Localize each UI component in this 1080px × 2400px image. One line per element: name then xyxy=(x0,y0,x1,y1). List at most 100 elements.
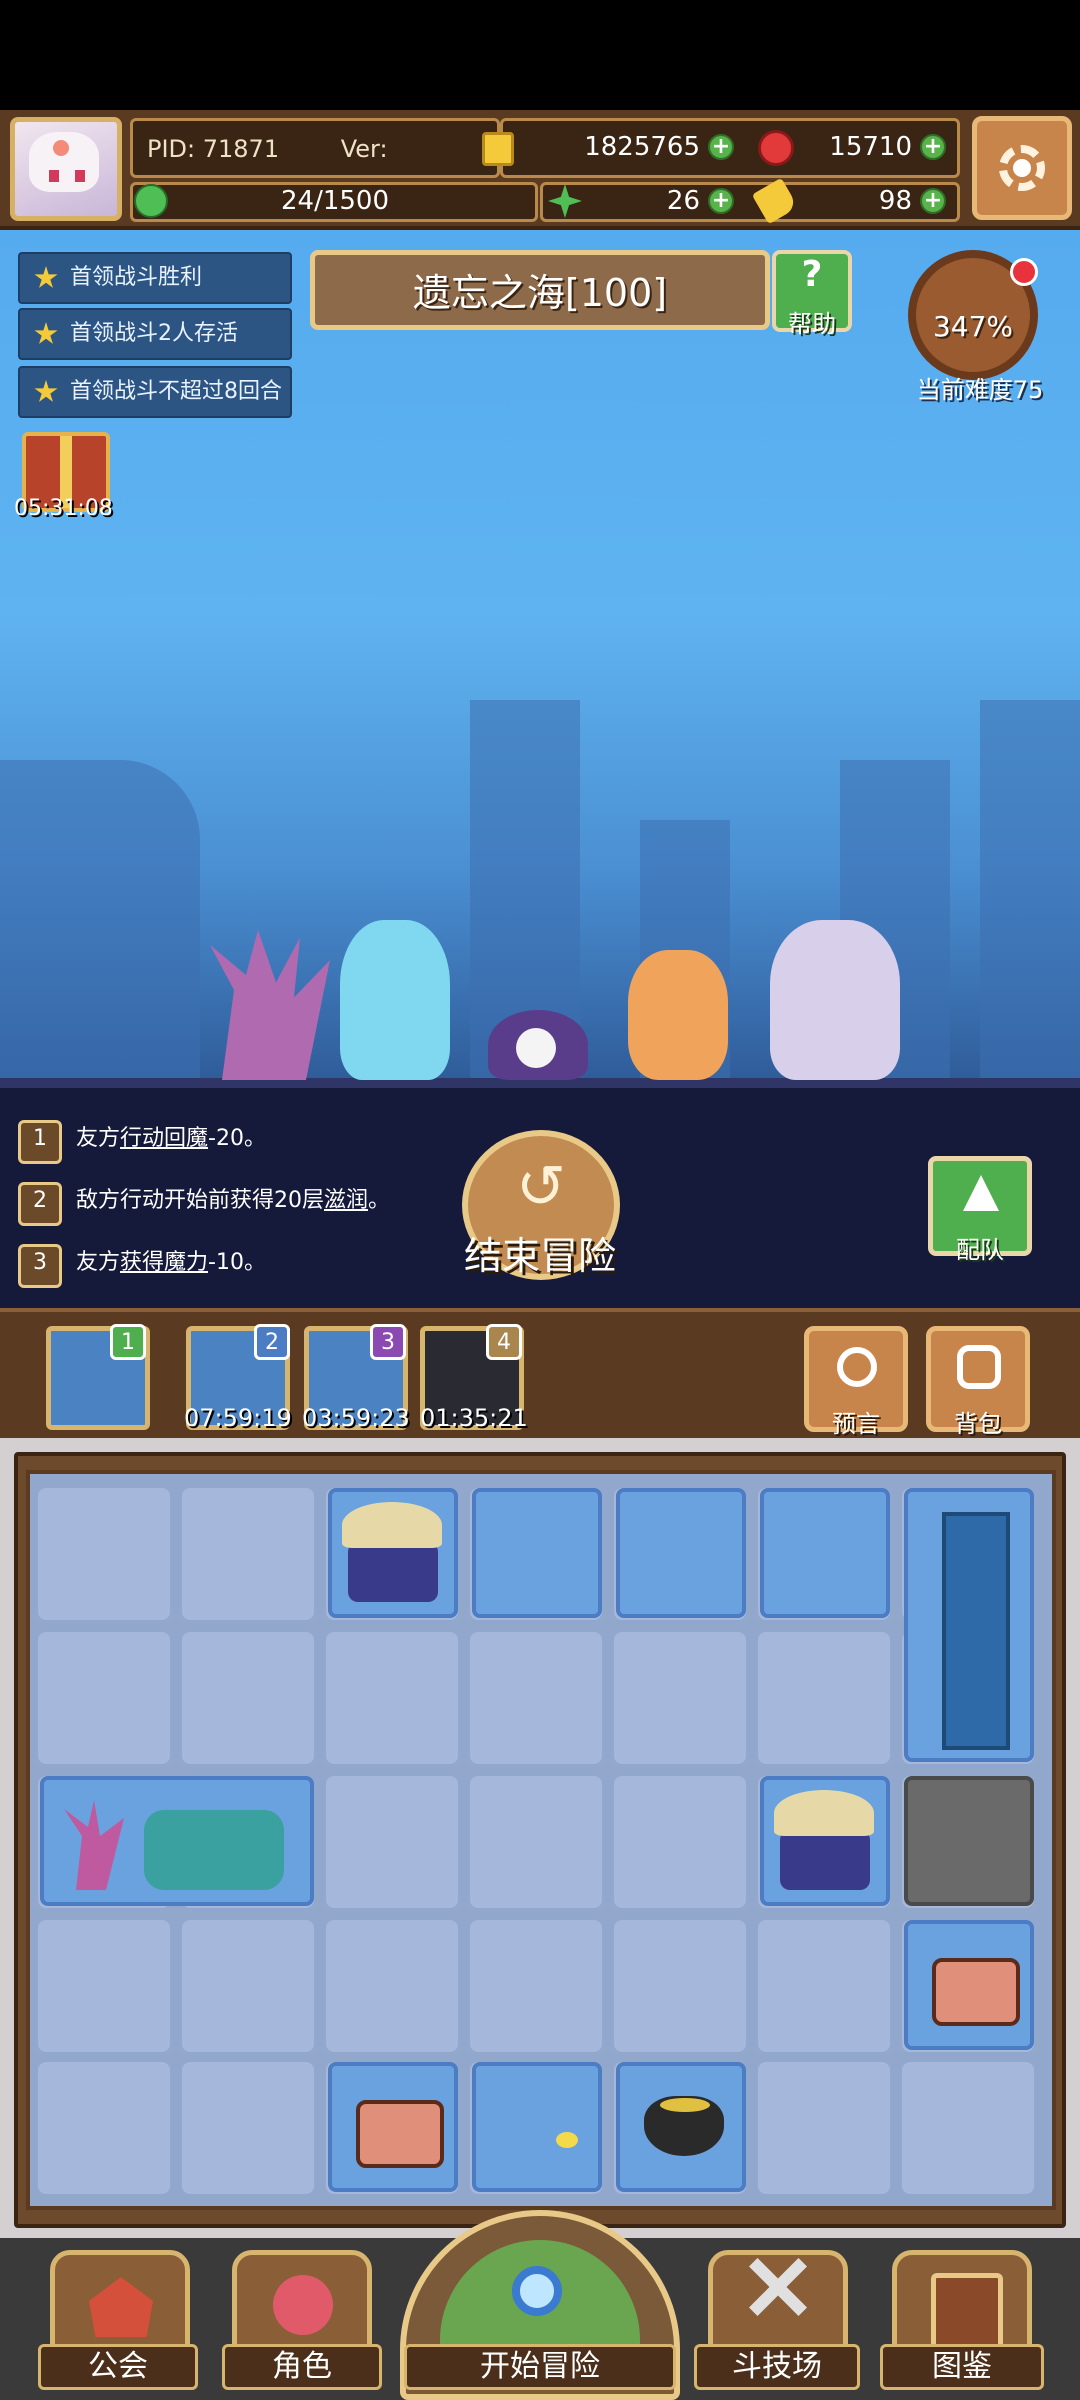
board-cell[interactable] xyxy=(182,1920,314,2052)
difficulty-label: 当前难度75 xyxy=(916,376,1044,404)
fish-icon xyxy=(556,2132,578,2148)
quest-item: 首领战斗不超过8回合 xyxy=(18,366,292,418)
board-cell[interactable] xyxy=(182,1488,314,1620)
treasure-chest-icon xyxy=(356,2100,444,2168)
add-gold-button[interactable]: + xyxy=(708,134,734,160)
water-tile[interactable] xyxy=(760,1488,890,1618)
nav-codex-label: 图鉴 xyxy=(880,2344,1044,2390)
nav-arena-label: 斗技场 xyxy=(694,2344,860,2390)
quest-item: 首领战斗2人存活 xyxy=(18,308,292,360)
board-cell[interactable] xyxy=(326,1920,458,2052)
pillar-icon xyxy=(942,1512,1010,1750)
board-cell[interactable] xyxy=(614,1920,746,2052)
help-label: 帮助 xyxy=(788,310,836,338)
ice-mermaid-hero[interactable] xyxy=(340,920,450,1080)
end-adventure-label: 结束冒险 xyxy=(463,1234,616,1278)
board-cell[interactable] xyxy=(470,1632,602,1764)
board-cell[interactable] xyxy=(38,1632,170,1764)
magnifier-icon xyxy=(512,2266,562,2316)
board-cell[interactable] xyxy=(38,2062,170,2194)
board-cell[interactable] xyxy=(182,2062,314,2194)
nav-start-label: 开始冒险 xyxy=(404,2344,676,2390)
chest-tile[interactable] xyxy=(328,2062,458,2192)
nav-guild-label: 公会 xyxy=(38,2344,198,2390)
pearl-icon xyxy=(516,1028,556,1068)
chest-tile[interactable] xyxy=(904,1920,1034,2050)
board-cell[interactable] xyxy=(758,1632,890,1764)
team-label: 配队 xyxy=(956,1236,1004,1264)
settings-button[interactable] xyxy=(972,116,1072,220)
coral-rock xyxy=(0,760,200,1080)
clam-tile[interactable] xyxy=(328,1488,458,1618)
coral-rock-tile[interactable] xyxy=(40,1776,314,1906)
slot-timer: 07:59:19 xyxy=(184,1404,292,1432)
bunny-knight-hero[interactable] xyxy=(770,920,900,1080)
gem-value: 15710 xyxy=(829,132,912,162)
board-cell[interactable] xyxy=(614,1632,746,1764)
add-gem-button[interactable]: + xyxy=(920,134,946,160)
crystal-ball-icon xyxy=(837,1347,877,1387)
gold-value: 1825765 xyxy=(584,132,700,162)
slot-timer: 03:59:23 xyxy=(302,1404,410,1432)
cat-hero[interactable] xyxy=(628,950,728,1080)
ruin-tower xyxy=(980,700,1080,1080)
board-cell[interactable] xyxy=(326,1776,458,1908)
backpack-icon xyxy=(957,1345,1001,1389)
team-icon xyxy=(963,1175,999,1211)
effect-line: 1 友方行动回魔-20。 xyxy=(18,1116,458,1164)
board-cell[interactable] xyxy=(470,1776,602,1908)
player-pid: PID: 71871 xyxy=(147,135,280,163)
cauldron-tile[interactable] xyxy=(616,2062,746,2192)
clover-value: 26 xyxy=(666,186,700,216)
slot-number: 4 xyxy=(486,1324,522,1360)
board-cell[interactable] xyxy=(38,1920,170,2052)
star-icon xyxy=(34,266,58,288)
board-cell[interactable] xyxy=(902,2062,1034,2194)
stone-tile[interactable] xyxy=(904,1776,1034,1906)
add-clover-button[interactable]: + xyxy=(708,188,734,214)
effect-keyword[interactable]: 获得魔力 xyxy=(120,1250,208,1275)
board-cell[interactable] xyxy=(614,1776,746,1908)
clam-icon xyxy=(780,1830,870,1890)
effect-keyword[interactable]: 行动回魔 xyxy=(120,1126,208,1151)
board-cell[interactable] xyxy=(470,1920,602,2052)
effect-line: 3 友方获得魔力-10。 xyxy=(18,1240,458,1288)
effect-keyword[interactable]: 滋润 xyxy=(324,1188,368,1213)
fish-tile[interactable] xyxy=(472,2062,602,2192)
water-tile[interactable] xyxy=(472,1488,602,1618)
pillar-tile[interactable] xyxy=(904,1488,1034,1762)
slot-number: 3 xyxy=(370,1324,406,1360)
player-avatar[interactable] xyxy=(10,117,122,221)
star-icon xyxy=(34,322,58,344)
status-area xyxy=(0,0,1080,110)
stage-name: 遗忘之海[100] xyxy=(412,271,668,315)
red-gem-icon xyxy=(758,130,794,166)
prophecy-label: 预言 xyxy=(832,1410,880,1438)
guild-house-icon xyxy=(89,2277,153,2337)
return-arrow-icon: ↺ xyxy=(515,1152,567,1222)
board-cell[interactable] xyxy=(758,2062,890,2194)
slot-number: 1 xyxy=(110,1324,146,1360)
add-key-button[interactable]: + xyxy=(920,188,946,214)
clam-icon xyxy=(348,1542,438,1602)
star-icon xyxy=(34,380,58,402)
effect-line: 2 敌方行动开始前获得20层滋润。 xyxy=(18,1178,458,1226)
board-cell[interactable] xyxy=(182,1632,314,1764)
notification-dot xyxy=(1010,258,1038,286)
clam-tile[interactable] xyxy=(760,1776,890,1906)
gold-coin-icon xyxy=(482,132,514,166)
rock-icon xyxy=(144,1810,284,1890)
key-value: 98 xyxy=(878,186,912,216)
slot-number: 2 xyxy=(254,1324,290,1360)
slot-timer: 01:35:21 xyxy=(420,1404,528,1432)
board-cell[interactable] xyxy=(758,1920,890,2052)
treasure-chest-icon xyxy=(932,1958,1020,2026)
board-cell[interactable] xyxy=(38,1488,170,1620)
book-icon xyxy=(931,2273,1003,2353)
water-tile[interactable] xyxy=(616,1488,746,1618)
difficulty-percent: 347% xyxy=(932,310,1014,343)
board-cell[interactable] xyxy=(326,1632,458,1764)
nav-role-label: 角色 xyxy=(222,2344,382,2390)
bag-label: 背包 xyxy=(954,1410,1002,1438)
slot-bar xyxy=(0,1308,1080,1438)
